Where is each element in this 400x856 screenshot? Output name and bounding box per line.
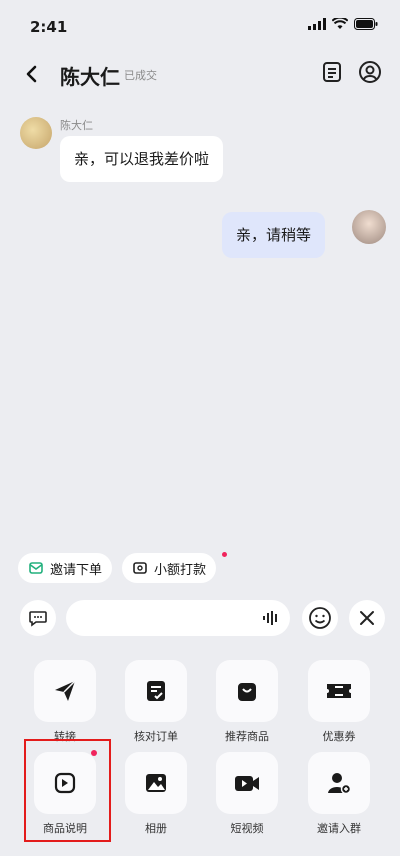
transfer-icon: [133, 562, 147, 574]
video-icon: [235, 776, 259, 791]
send-icon: [55, 680, 76, 701]
signal-icon: [308, 18, 326, 30]
emoji-button[interactable]: [302, 600, 338, 636]
incoming-message[interactable]: 亲，可以退我差价啦: [60, 136, 224, 182]
back-button[interactable]: [18, 60, 46, 88]
transfer-label: 小额打款: [154, 562, 207, 578]
tool-recommend-product[interactable]: 推荐商品: [211, 660, 283, 744]
transfer-chip[interactable]: 小额打款: [122, 553, 217, 583]
outgoing-message[interactable]: 亲，请稍等: [222, 212, 326, 258]
highlight-annotation: [24, 739, 111, 842]
invite-order-icon: [29, 562, 43, 574]
chat-header: 陈大仁 已成交: [0, 50, 400, 98]
tool-label: 核对订单: [134, 730, 178, 743]
user-icon: [359, 61, 381, 83]
voice-icon[interactable]: [262, 610, 280, 626]
tool-label: 相册: [145, 822, 167, 835]
chevron-left-icon: [26, 65, 37, 83]
tool-label: 邀请入群: [317, 822, 361, 835]
message-input[interactable]: [66, 600, 290, 636]
tool-label: 短视频: [230, 822, 264, 835]
invite-order-chip[interactable]: 邀请下单: [18, 553, 113, 583]
check-order-icon: [147, 681, 165, 701]
status-bar: 2:41: [0, 0, 400, 50]
contact-avatar[interactable]: [20, 117, 52, 149]
status-badge: 已成交: [124, 69, 157, 82]
profile-button[interactable]: [358, 60, 382, 88]
order-button[interactable]: [320, 60, 344, 88]
shopping-bag-icon: [238, 683, 256, 701]
composer: [0, 600, 400, 640]
invite-order-label: 邀请下单: [50, 562, 103, 578]
my-avatar[interactable]: [352, 210, 386, 244]
notification-dot: [222, 552, 227, 557]
tool-check-order[interactable]: 核对订单: [120, 660, 192, 744]
status-time: 2:41: [30, 18, 68, 36]
tool-forward[interactable]: 转接: [29, 660, 101, 744]
wifi-icon: [332, 18, 348, 29]
album-icon: [146, 774, 166, 792]
tool-short-video[interactable]: 短视频: [211, 752, 283, 836]
close-panel-button[interactable]: [349, 600, 385, 636]
tool-invite-group[interactable]: 邀请入群: [303, 752, 375, 836]
tool-label: 优惠券: [322, 730, 356, 743]
smiley-icon: [309, 607, 331, 629]
document-icon: [323, 62, 341, 82]
tool-label: 推荐商品: [225, 730, 269, 743]
tool-album[interactable]: 相册: [120, 752, 192, 836]
sender-name: 陈大仁: [60, 119, 93, 132]
tool-coupon[interactable]: 优惠券: [303, 660, 375, 744]
coupon-icon: [327, 684, 351, 698]
quick-actions: 邀请下单 小额打款: [18, 553, 217, 583]
close-icon: [360, 611, 374, 625]
page-title: 陈大仁: [60, 65, 120, 89]
battery-icon: [354, 18, 378, 30]
invite-group-icon: [328, 773, 352, 795]
quick-reply-button[interactable]: [20, 600, 56, 636]
chat-bubble-icon: [29, 611, 47, 627]
status-icons: [308, 18, 378, 30]
